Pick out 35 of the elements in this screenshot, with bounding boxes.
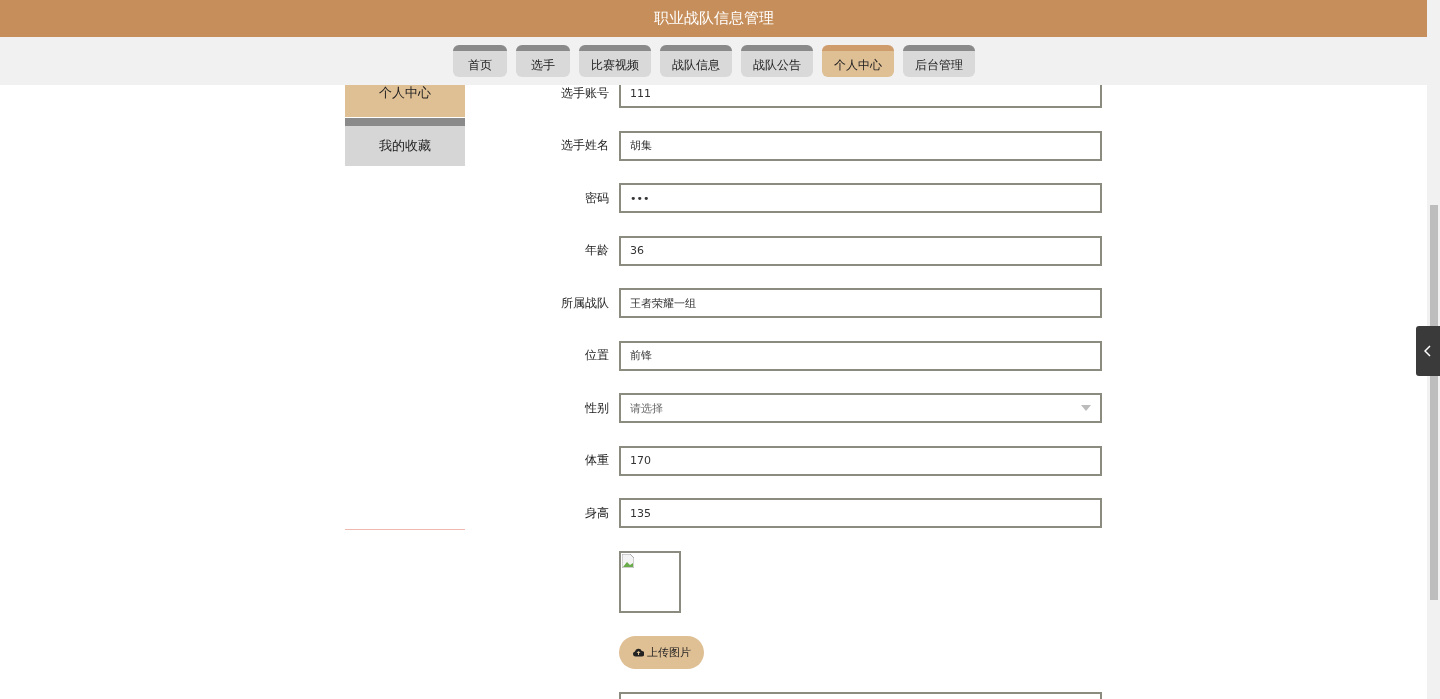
nav-tab[interactable]: 比赛视频 [578, 45, 651, 77]
field-label: 密码 [584, 189, 609, 207]
cloud-upload-icon [632, 647, 644, 657]
field-label: 性别 [584, 399, 609, 417]
field-label: 位置 [584, 347, 609, 364]
sidebar-item[interactable]: 个人中心 [345, 85, 465, 117]
input-field[interactable]: 王者荣耀一组 [619, 288, 1102, 318]
field-label: 选手账号 [560, 85, 609, 102]
field-label: 所属战队 [560, 294, 609, 312]
chevron-left-icon [1424, 345, 1432, 357]
nav-tab[interactable]: 个人中心 [821, 45, 894, 77]
nav-tab[interactable]: 战队信息 [659, 45, 732, 77]
input-field[interactable]: 111 [619, 85, 1102, 108]
input-field[interactable]: 170 [619, 445, 1102, 476]
field-label: 选手姓名 [560, 137, 609, 154]
sidebar-item[interactable]: 我的收藏 [345, 118, 465, 166]
field-label: 体重 [584, 452, 609, 469]
input-field[interactable]: 135 [619, 498, 1102, 528]
site-title: 职业战队信息管理 [653, 9, 774, 28]
input-field[interactable]: 胡集 [619, 130, 1102, 161]
select-field[interactable]: 请选择 [619, 393, 1102, 423]
upload-button[interactable]: 上传图片 [619, 635, 704, 669]
nav-tab[interactable]: 战队公告 [740, 45, 813, 77]
nav-tab[interactable]: 选手 [515, 45, 570, 77]
panel-toggle-button[interactable] [1416, 326, 1440, 376]
scrollbar[interactable] [1427, 0, 1440, 699]
field-label: 身高 [584, 504, 609, 522]
input-field[interactable]: ••• [619, 183, 1102, 213]
input-field[interactable]: 前锋 [619, 340, 1102, 371]
nav-tab[interactable]: 首页 [452, 45, 507, 77]
broken-image-icon [622, 553, 634, 568]
nav-tab[interactable]: 后台管理 [902, 45, 975, 77]
dropdown-caret-icon [1081, 405, 1091, 411]
input-field[interactable]: 36 [619, 235, 1102, 266]
field-label: 年龄 [584, 242, 609, 259]
